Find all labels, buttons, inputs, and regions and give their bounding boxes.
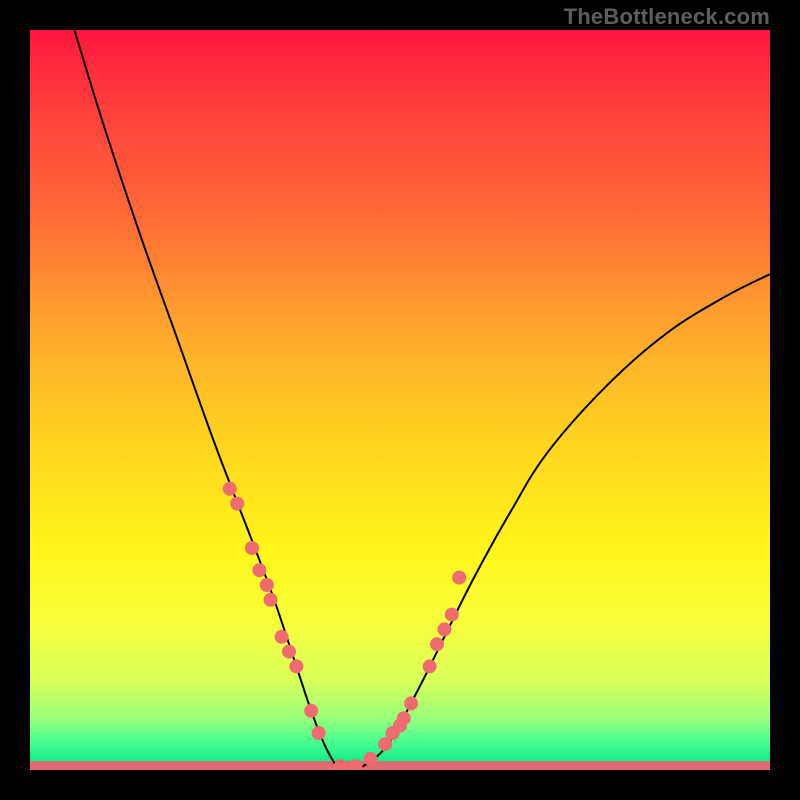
sample-point [304,704,318,718]
sample-point [230,497,244,511]
attribution-label: TheBottleneck.com [564,4,770,30]
sample-point [349,759,363,770]
sample-point [282,645,296,659]
sample-point [452,571,466,585]
sample-point [430,637,444,651]
sample-point [252,563,266,577]
bottleneck-chart-svg [30,30,770,770]
sample-point [223,482,237,496]
sample-point [445,608,459,622]
sample-point [264,593,278,607]
sample-point [334,759,348,770]
sample-point [397,711,411,725]
sample-point [275,630,289,644]
sample-point [363,752,377,766]
sample-point [423,659,437,673]
bottleneck-curve-path [74,30,770,770]
baseline-band [30,761,770,770]
sample-point [312,726,326,740]
sample-point [245,541,259,555]
sample-point [260,578,274,592]
sample-point [289,659,303,673]
sample-point [437,622,451,636]
sample-point [404,696,418,710]
baseline-band-rect [30,761,770,770]
chart-plot-area [30,30,770,770]
sample-points [223,482,466,770]
bottleneck-curve [74,30,770,770]
